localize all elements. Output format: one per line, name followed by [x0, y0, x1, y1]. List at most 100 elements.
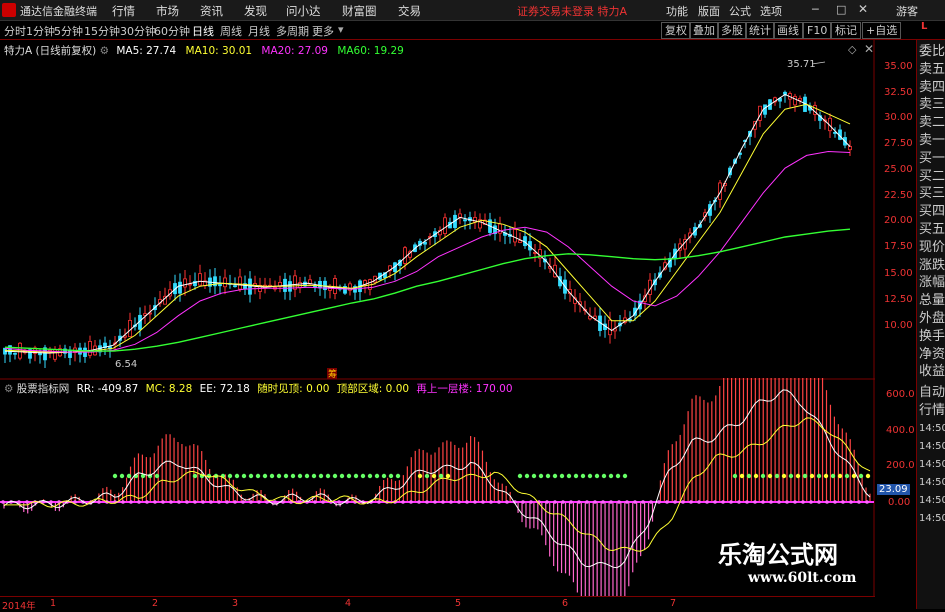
- side-tab[interactable]: 买三: [919, 186, 945, 202]
- menu-item-wealth-circle[interactable]: 财富圈: [342, 3, 377, 19]
- candlestick-chart[interactable]: 35.71 6.54 筹: [0, 40, 875, 380]
- zero-marker-dot: [401, 500, 405, 504]
- multi-stock-button[interactable]: 多股: [717, 22, 747, 39]
- overlay-button[interactable]: 叠加: [689, 22, 719, 39]
- menu-item-market[interactable]: 市场: [156, 3, 179, 19]
- signal-dot: [395, 473, 401, 479]
- period-monthly[interactable]: 月线: [248, 23, 270, 39]
- signal-dot: [774, 473, 780, 479]
- candle-body: [798, 98, 802, 101]
- x-tick: 4: [345, 598, 352, 609]
- zero-marker-dot: [641, 500, 645, 504]
- side-tab[interactable]: 现价: [919, 240, 945, 256]
- zero-marker-dot: [689, 500, 693, 504]
- signal-dot: [119, 473, 125, 479]
- y-tick: 600.0: [886, 389, 915, 400]
- menu-item-ask[interactable]: 问小达: [286, 3, 321, 19]
- signal-dot: [788, 473, 794, 479]
- zero-marker-dot: [489, 500, 493, 504]
- side-tab-lower[interactable]: 行情: [919, 403, 945, 419]
- zero-marker-dot: [745, 500, 749, 504]
- zero-marker-dot: [481, 500, 485, 504]
- side-tab-lower[interactable]: 14:50: [919, 439, 945, 455]
- f10-button[interactable]: F10: [803, 22, 832, 39]
- menu-item-function[interactable]: 功能: [666, 3, 688, 19]
- side-tab[interactable]: 买一: [919, 151, 945, 167]
- side-tab[interactable]: 收益: [919, 364, 945, 380]
- side-tab-lower[interactable]: 14:50: [919, 493, 945, 509]
- close-icon[interactable]: ✕: [858, 2, 868, 16]
- maximize-icon[interactable]: □: [836, 3, 846, 16]
- zero-marker-dot: [601, 500, 605, 504]
- zero-marker-dot: [729, 500, 733, 504]
- period-30min[interactable]: 30分钟: [120, 23, 156, 39]
- signal-dot: [809, 473, 815, 479]
- side-tab-lower[interactable]: 14:50: [919, 421, 945, 437]
- side-tab-lower[interactable]: 14:50: [919, 475, 945, 491]
- side-tab[interactable]: 换手: [919, 329, 945, 345]
- side-tab[interactable]: 买四: [919, 204, 945, 220]
- side-tab[interactable]: 卖三: [919, 97, 945, 113]
- signal-dot: [858, 473, 864, 479]
- period-1min[interactable]: 1分钟: [26, 23, 55, 39]
- period-more[interactable]: 更多: [312, 23, 334, 39]
- candle-body: [763, 104, 767, 115]
- side-tab[interactable]: 涨跌: [919, 258, 945, 274]
- menu-item-layout[interactable]: 版面: [698, 3, 720, 19]
- side-tab-lower[interactable]: 14:50: [919, 511, 945, 527]
- signal-dot: [580, 473, 586, 479]
- signal-dot: [353, 473, 359, 479]
- period-multi[interactable]: 多周期: [276, 23, 309, 39]
- zero-marker-dot: [313, 500, 317, 504]
- side-tab[interactable]: 委比: [919, 44, 945, 60]
- menu-item-formula[interactable]: 公式: [729, 3, 751, 19]
- watermark-url: www.60lt.com: [748, 570, 857, 586]
- side-tab[interactable]: 卖五: [919, 62, 945, 78]
- zero-marker-dot: [865, 500, 869, 504]
- y-tick: 35.00: [884, 61, 913, 72]
- statistics-button[interactable]: 统计: [745, 22, 775, 39]
- candle-body: [13, 352, 17, 355]
- menu-item-options[interactable]: 选项: [760, 3, 782, 19]
- side-tab[interactable]: 买五: [919, 222, 945, 238]
- period-5min[interactable]: 5分钟: [54, 23, 83, 39]
- side-tab-lower[interactable]: 14:50: [919, 457, 945, 473]
- x-tick: 5: [455, 598, 462, 609]
- zero-marker-dot: [321, 500, 325, 504]
- period-intraday[interactable]: 分时: [4, 23, 26, 39]
- add-watchlist-button[interactable]: +自选: [862, 22, 902, 39]
- zero-marker-dot: [201, 500, 205, 504]
- y-tick: 400.0: [886, 425, 915, 436]
- guest-button[interactable]: 游客: [896, 3, 918, 19]
- side-tab[interactable]: 总量: [919, 293, 945, 309]
- signal-dot: [283, 473, 289, 479]
- dropdown-arrow-icon[interactable]: ▾: [338, 23, 344, 36]
- side-tab[interactable]: 净资: [919, 347, 945, 363]
- signal-dot: [795, 473, 801, 479]
- zero-marker-dot: [473, 500, 477, 504]
- side-tab[interactable]: 卖四: [919, 80, 945, 96]
- side-tab[interactable]: 卖二: [919, 115, 945, 131]
- side-tab[interactable]: 卖一: [919, 133, 945, 149]
- candle-body: [403, 247, 407, 264]
- minimize-icon[interactable]: ─: [812, 3, 819, 16]
- period-daily[interactable]: 日线: [192, 23, 214, 39]
- side-tab-lower[interactable]: 自动: [919, 385, 945, 401]
- period-15min[interactable]: 15分钟: [84, 23, 120, 39]
- adjust-button[interactable]: 复权: [661, 22, 691, 39]
- signal-dot: [227, 473, 233, 479]
- zero-marker-dot: [449, 500, 453, 504]
- menu-item-trade[interactable]: 交易: [398, 3, 421, 19]
- draw-line-button[interactable]: 画线: [773, 22, 803, 39]
- period-60min[interactable]: 60分钟: [154, 23, 190, 39]
- zero-marker-dot: [377, 500, 381, 504]
- menu-item-news[interactable]: 资讯: [200, 3, 223, 19]
- zero-marker-dot: [273, 500, 277, 504]
- menu-item-discover[interactable]: 发现: [244, 3, 267, 19]
- side-tab[interactable]: 涨幅: [919, 275, 945, 291]
- side-tab[interactable]: 外盘: [919, 311, 945, 327]
- mark-button[interactable]: 标记: [831, 22, 861, 39]
- period-weekly[interactable]: 周线: [220, 23, 242, 39]
- side-tab[interactable]: 买二: [919, 169, 945, 185]
- menu-item-market-quotes[interactable]: 行情: [112, 3, 135, 19]
